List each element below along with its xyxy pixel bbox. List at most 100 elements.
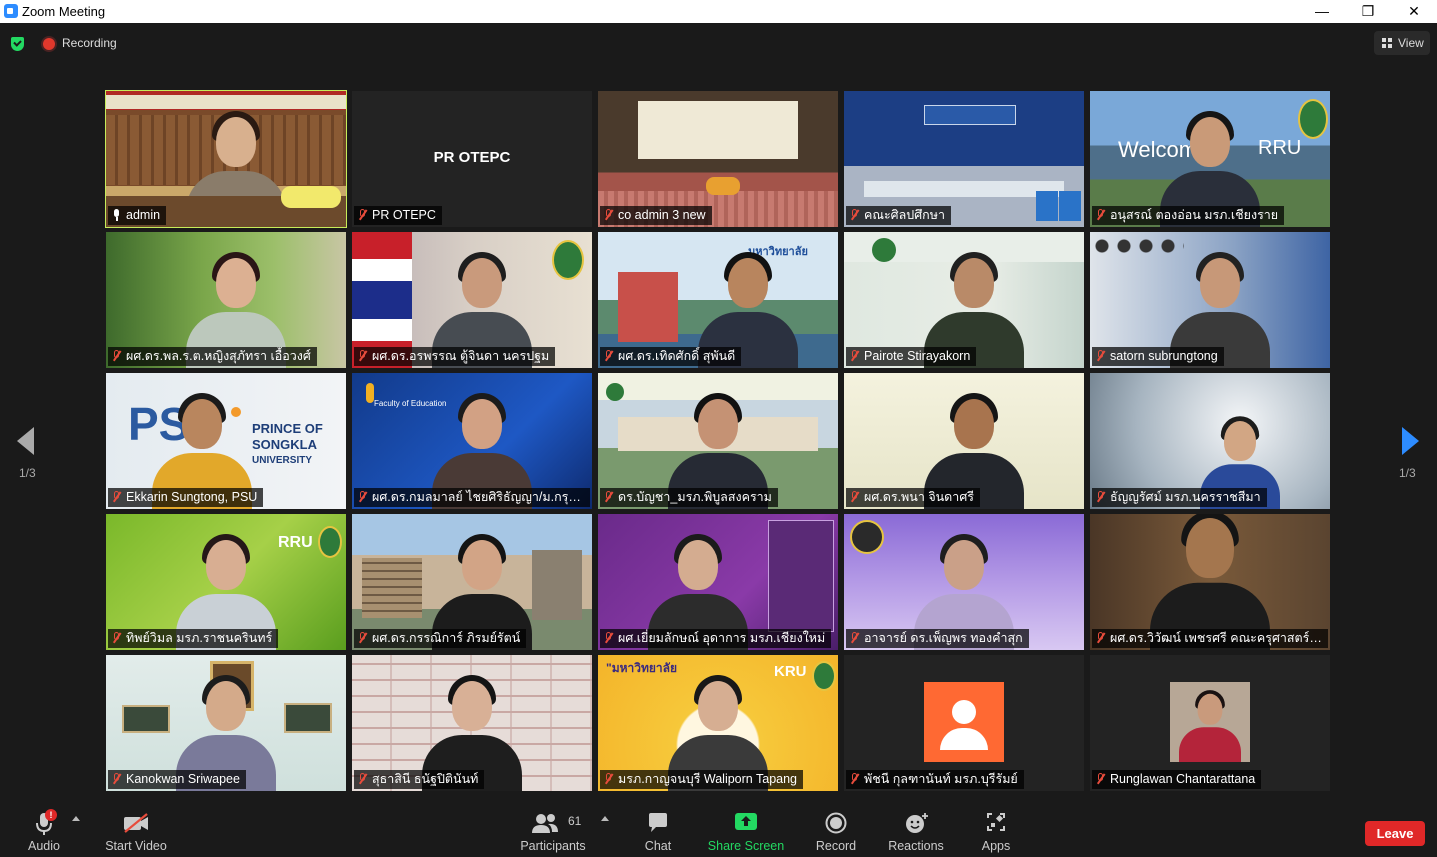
audio-button[interactable]: ! Audio — [16, 806, 72, 856]
participant-tile-admin[interactable]: admin — [105, 90, 347, 228]
participant-name-tag: ผศ.ดร.เทิดศักดิ์ สุพันดี — [600, 347, 742, 366]
reactions-label: Reactions — [888, 839, 944, 853]
audio-label: Audio — [28, 839, 60, 853]
participant-name-tag: ผศ.ดร.อรพรรณ ตู้จินดา นครปฐม — [354, 347, 556, 366]
view-button[interactable]: View — [1374, 31, 1430, 55]
minimize-button[interactable]: — — [1299, 0, 1345, 23]
page-indicator-left: 1/3 — [19, 466, 36, 480]
muted-microphone-icon — [1096, 632, 1105, 644]
participant-name-tag: PR OTEPC — [354, 206, 442, 225]
prince-of-text: PRINCE OF — [252, 421, 323, 436]
university-logo-icon — [872, 238, 896, 262]
zoom-app-icon — [4, 4, 18, 18]
participant-profile-photo — [1170, 682, 1250, 762]
next-page-arrow-icon[interactable] — [1402, 427, 1419, 455]
audio-options-caret-icon[interactable] — [72, 816, 80, 821]
songkla-text: SONGKLA — [252, 437, 317, 452]
participant-tile-penporn[interactable]: อาจารย์ ดร.เพ็ญพร ทองคำสุก — [844, 514, 1084, 650]
muted-microphone-icon — [358, 632, 367, 644]
participant-name-tag: ธัญญรัศม์ มรภ.นครราชสีมา — [1092, 488, 1267, 507]
participant-tile-patchanee[interactable]: พัชนี กุลฑานันท์ มรภ.บุรีรัมย์ — [844, 655, 1084, 791]
participant-name-tag: มรภ.กาญจนบุรี Waliporn Tapang — [600, 770, 804, 789]
participant-tile-tanyarat[interactable]: ธัญญรัศม์ มรภ.นครราชสีมา — [1090, 373, 1330, 509]
participant-avatar — [924, 682, 1004, 762]
participant-tile-waliporn[interactable]: "มหาวิทยาลัย KRU มรภ.กาญจนบุรี Waliporn … — [598, 655, 838, 791]
participant-name-tag: satorn subrungtong — [1092, 347, 1224, 366]
participant-tile-suthasinee[interactable]: สุธาสินี ธนัฐปิตินันท์ — [352, 655, 592, 791]
record-label: Record — [815, 839, 857, 853]
previous-page-arrow-icon[interactable] — [17, 427, 34, 455]
muted-microphone-icon — [604, 632, 613, 644]
muted-microphone-icon — [604, 209, 613, 221]
participant-name-tag: ผศ.ดร.กรรณิการ์ ภิรมย์รัตน์ — [354, 629, 527, 648]
page-indicator-right: 1/3 — [1399, 466, 1416, 480]
participant-tile-kamonman[interactable]: Faculty of Education ผศ.ดร.กมลมาลย์ ไชยศ… — [352, 373, 592, 509]
muted-microphone-icon — [1096, 350, 1105, 362]
muted-microphone-icon — [112, 773, 121, 785]
muted-microphone-icon — [358, 350, 367, 362]
view-label: View — [1398, 36, 1424, 50]
muted-microphone-icon — [112, 632, 121, 644]
participants-button[interactable]: 61 Participants — [516, 806, 590, 856]
muted-microphone-icon — [850, 632, 859, 644]
participant-tile-pana[interactable]: ผศ.ดร.พนา จินดาศรี — [844, 373, 1084, 509]
participants-options-caret-icon[interactable] — [601, 816, 609, 821]
participant-tile-satorn[interactable]: satorn subrungtong — [1090, 232, 1330, 368]
start-video-button[interactable]: Start Video — [100, 806, 172, 856]
participant-tile-kanokwan[interactable]: Kanokwan Sriwapee — [106, 655, 346, 791]
share-screen-label: Share Screen — [707, 839, 785, 853]
participant-tile-therdsak[interactable]: มหาวิทยาลัย ผศ.ดร.เทิดศักดิ์ สุพันดี — [598, 232, 838, 368]
security-shield-icon[interactable] — [11, 37, 24, 51]
share-screen-icon — [735, 813, 757, 830]
participant-count: 61 — [568, 814, 582, 828]
participant-name-tag: ผศ.ดร.วิวัฒน์ เพชรศรี คณะครุศาสตร์/มรภ. — [1092, 629, 1328, 648]
leave-meeting-button[interactable]: Leave — [1365, 821, 1425, 846]
participant-name-tag: ทิพย์วิมล มรภ.ราชนครินทร์ — [108, 629, 279, 648]
participant-tile-pairote[interactable]: Pairote Stirayakorn — [844, 232, 1084, 368]
record-icon — [825, 812, 847, 834]
reactions-smiley-icon — [906, 813, 928, 833]
muted-microphone-icon — [850, 209, 859, 221]
apps-label: Apps — [981, 839, 1011, 853]
participant-name-tag: Runglawan Chantarattana — [1092, 770, 1262, 789]
muted-microphone-icon — [604, 773, 613, 785]
share-screen-button[interactable]: Share Screen — [706, 806, 786, 856]
participant-name-tag: co admin 3 new — [600, 206, 712, 225]
participant-tile-suphatra[interactable]: ผศ.ดร.พล.ร.ต.หญิงสุภัทรา เอื้อวงศ์ — [106, 232, 346, 368]
participant-tile-wiwat[interactable]: ผศ.ดร.วิวัฒน์ เพชรศรี คณะครุศาสตร์/มรภ. — [1090, 514, 1330, 650]
recording-label: Recording — [62, 36, 117, 50]
participant-tile-yiamlak[interactable]: ผศ.เยี่ยมลักษณ์ อุดาการ มรภ.เชียงใหม่ — [598, 514, 838, 650]
record-button[interactable]: Record — [810, 806, 862, 856]
muted-microphone-icon — [112, 350, 121, 362]
muted-microphone-icon — [1096, 773, 1105, 785]
participant-name-tag: อาจารย์ ดร.เพ็ญพร ทองคำสุก — [846, 629, 1029, 648]
participant-name-tag: อนุสรณ์ ตองอ่อน มรภ.เชียงราย — [1092, 206, 1285, 225]
participant-tile-runglawan[interactable]: Runglawan Chantarattana — [1090, 655, 1330, 791]
muted-microphone-icon — [1096, 209, 1105, 221]
participants-label: Participants — [520, 839, 586, 853]
apps-button[interactable]: Apps — [970, 806, 1022, 856]
university-logo-icon — [318, 526, 342, 558]
close-button[interactable]: ✕ — [1391, 0, 1437, 23]
participant-name-tag: Ekkarin Sungtong, PSU — [108, 488, 264, 507]
participant-tile-anusorn[interactable]: Welcome RRU อนุสรณ์ ตองอ่อน มรภ.เชียงราย — [1090, 91, 1330, 227]
reactions-button[interactable]: Reactions — [884, 806, 948, 856]
microphone-icon — [112, 209, 121, 221]
audio-alert-badge: ! — [45, 809, 57, 821]
participant-tile-orapan[interactable]: ผศ.ดร.อรพรรณ ตู้จินดา นครปฐม — [352, 232, 592, 368]
participant-name-tag: ผศ.เยี่ยมลักษณ์ อุดาการ มรภ.เชียงใหม่ — [600, 629, 832, 648]
participant-tile-faculty[interactable]: คณะศิลปศึกษา — [844, 91, 1084, 227]
participant-display-name: PR OTEPC — [433, 149, 511, 166]
university-logo-icon — [606, 383, 624, 401]
participant-tile-pr-otepc[interactable]: PR OTEPC PR OTEPC — [352, 91, 592, 227]
window-title: Zoom Meeting — [22, 4, 106, 19]
maximize-button[interactable]: ❐ — [1345, 0, 1391, 23]
participant-name-tag: สุธาสินี ธนัฐปิตินันท์ — [354, 770, 485, 789]
participant-tile-co-admin[interactable]: co admin 3 new — [598, 91, 838, 227]
chat-button[interactable]: Chat — [632, 806, 684, 856]
participant-tile-tipwimon[interactable]: RRU ทิพย์วิมล มรภ.ราชนครินทร์ — [106, 514, 346, 650]
participant-tile-ekkarin[interactable]: PS PRINCE OF SONGKLA UNIVERSITY Ekkarin … — [106, 373, 346, 509]
participant-tile-kannika[interactable]: ผศ.ดร.กรรณิการ์ ภิรมย์รัตน์ — [352, 514, 592, 650]
apps-icon — [987, 813, 1005, 831]
participant-tile-bancha[interactable]: ดร.บัญชา_มรภ.พิบูลสงคราม — [598, 373, 838, 509]
